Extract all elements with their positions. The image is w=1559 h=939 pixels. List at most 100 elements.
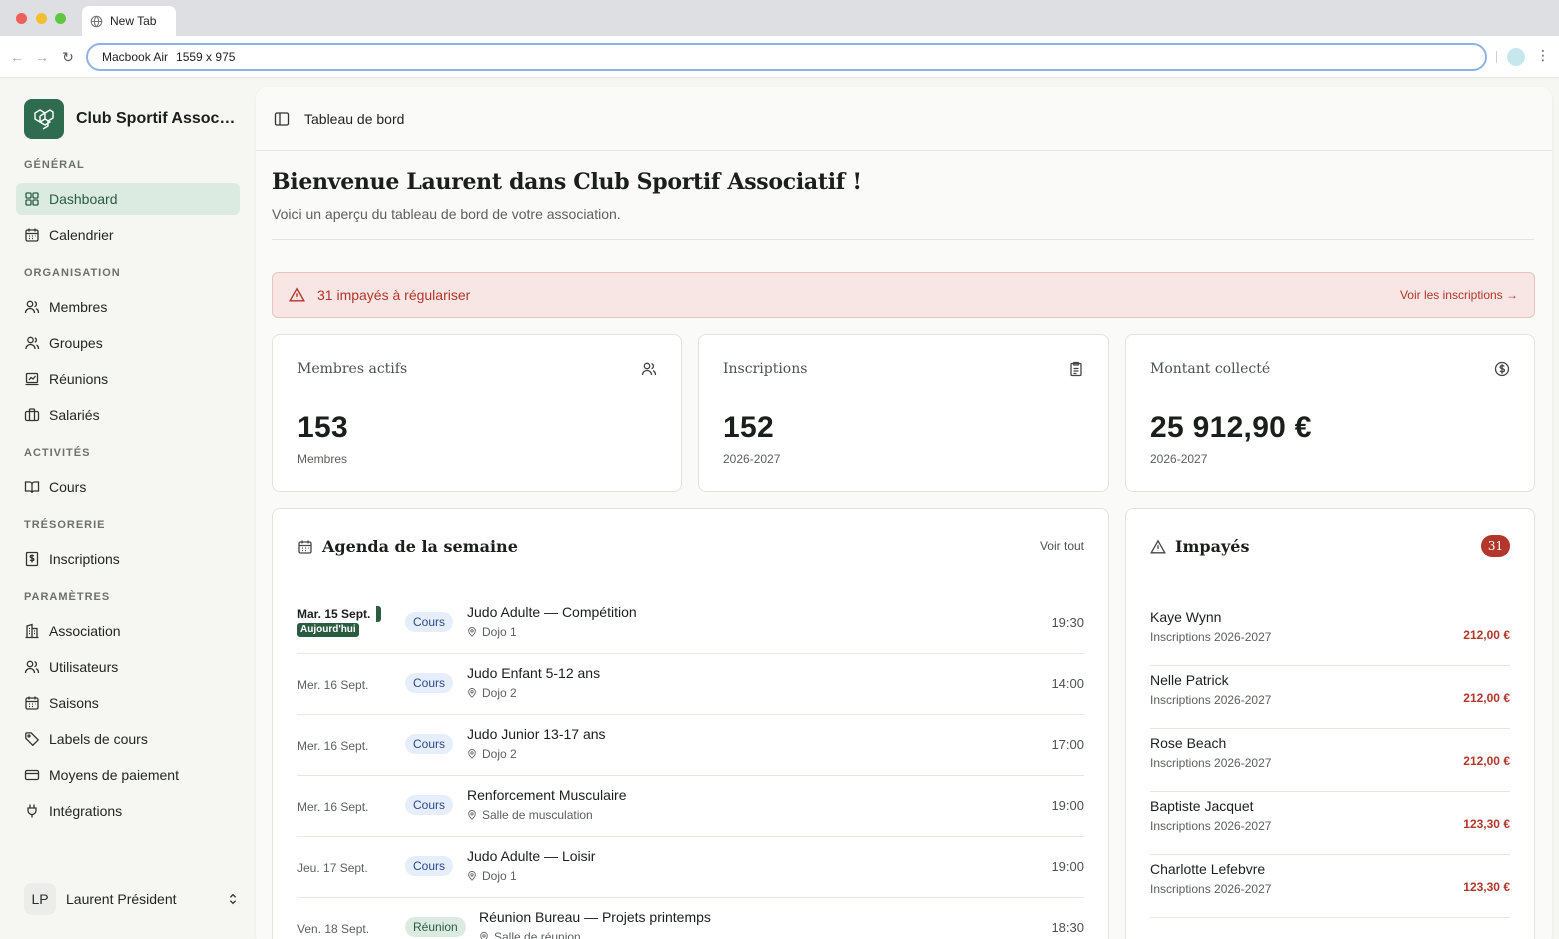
sidebar-item-groupes[interactable]: Groupes [16,327,240,359]
sidebar-item-moyens-paiement[interactable]: Moyens de paiement [16,759,240,791]
event-title: Judo Adulte — Compétition [467,604,637,620]
sidebar-item-cours[interactable]: Cours [16,471,240,503]
sidebar-toggle-icon[interactable] [274,111,290,127]
sidebar-item-saisons[interactable]: Saisons [16,687,240,719]
address-bar[interactable]: Macbook Air 1559 x 975 [86,43,1487,71]
impayes-title-text: Impayés [1175,537,1250,556]
browser-tab[interactable]: New Tab [82,6,176,36]
event-type-badge: Cours [405,795,454,815]
member-name: Baptiste Jacquet [1150,798,1254,814]
brand[interactable]: Club Sportif Associatif [24,99,236,139]
table-row[interactable]: Baptiste Jacquet Inscriptions 2026-2027 … [1150,792,1510,855]
stat-sub: Membres [297,452,348,466]
presentation-icon [25,372,39,386]
toolbar-divider [1496,51,1497,63]
event-time: 19:30 [1051,615,1084,630]
user-menu[interactable]: LP Laurent Président [24,882,240,916]
users-icon [24,300,40,314]
event-type-badge: Réunion [405,917,466,937]
stat-value: 152 [723,411,774,444]
event-location: Dojo 1 [467,869,517,883]
member-sub: Inscriptions 2026-2027 [1150,630,1272,644]
back-arrow-icon[interactable]: ← [9,49,25,65]
sidebar-item-utilisateurs[interactable]: Utilisateurs [16,651,240,683]
event-location: Dojo 2 [467,686,517,700]
sidebar-item-integrations[interactable]: Intégrations [16,795,240,827]
section-parametres: PARAMÈTRES [24,591,111,603]
map-pin-icon [468,871,476,881]
calendar-icon [25,228,39,242]
stat-sub: 2026-2027 [723,452,781,466]
sidebar-item-association[interactable]: Association [16,615,240,647]
stat-value: 25 912,90 € [1150,411,1312,444]
sidebar-item-labels[interactable]: Labels de cours [16,723,240,755]
event-date: Mar. 15 Sept. [297,607,371,621]
divider [272,239,1534,240]
close-window-button[interactable] [16,13,27,24]
agenda-title: Agenda de la semaine [297,537,518,556]
table-row[interactable]: Nelle Patrick Inscriptions 2026-2027 212… [1150,666,1510,729]
member-name: Charlotte Lefebvre [1150,861,1266,877]
more-vert-icon[interactable]: ⋮ [1536,47,1550,64]
map-pin-icon [468,688,476,698]
sidebar-item-dashboard[interactable]: Dashboard [16,183,240,215]
user-name: Laurent Président [66,891,177,907]
alert-text: 31 impayés à régulariser [317,287,471,303]
book-open-icon [24,481,40,494]
sidebar-item-label: Association [49,623,121,639]
profile-avatar[interactable] [1507,48,1525,66]
view-inscriptions-link[interactable]: Voir les inscriptions → [1400,288,1518,302]
warning-triangle-icon [1150,538,1166,553]
sidebar-item-reunions[interactable]: Réunions [16,363,240,395]
building-icon [25,623,39,639]
event-title: Judo Junior 13-17 ans [467,726,606,742]
page-title: Bienvenue Laurent dans Club Sportif Asso… [272,169,862,195]
sidebar-item-label: Groupes [49,335,103,351]
sidebar: Club Sportif Associatif GÉNÉRAL Dashboar… [0,79,256,939]
sidebar-item-inscriptions[interactable]: Inscriptions [16,543,240,575]
count-badge: 31 [1481,535,1510,557]
member-name: Kaye Wynn [1150,609,1222,625]
event-title: Renforcement Musculaire [467,787,627,803]
avatar: LP [24,883,56,915]
sidebar-item-calendrier[interactable]: Calendrier [16,219,240,251]
table-row[interactable]: Rose Beach Inscriptions 2026-2027 212,00… [1150,729,1510,792]
tab-title: New Tab [110,14,157,28]
minimize-window-button[interactable] [36,13,47,24]
receipt-dollar-icon [25,551,39,567]
see-all-link[interactable]: Voir tout [1040,539,1084,553]
event-location: Dojo 2 [467,747,517,761]
browser-toolbar: ← → ↻ Macbook Air 1559 x 975 ⋮ [0,36,1559,78]
list-item[interactable]: Ven. 18 Sept. Réunion Réunion Bureau — P… [297,898,1084,939]
list-item[interactable]: Jeu. 17 Sept. Cours Judo Adulte — Loisir… [297,837,1084,898]
sidebar-item-label: Membres [49,299,108,315]
table-row[interactable]: Kaye Wynn Inscriptions 2026-2027 212,00 … [1150,603,1510,666]
table-row[interactable]: Charlotte Lefebvre Inscriptions 2026-202… [1150,855,1510,918]
event-date: Jeu. 17 Sept. [297,861,368,875]
today-badge: Aujourd'hui [297,623,359,637]
amount-due: 212,00 € [1463,691,1510,705]
list-item[interactable]: Mar. 15 Sept. Aujourd'hui Cours Judo Adu… [297,593,1084,654]
event-time: 17:00 [1051,737,1084,752]
sidebar-item-label: Utilisateurs [49,659,119,675]
event-location-text: Dojo 2 [482,747,517,761]
event-location: Salle de réunion [479,930,581,939]
forward-arrow-icon[interactable]: → [34,49,50,65]
page-header: Tableau de bord [256,87,1552,151]
agenda-title-text: Agenda de la semaine [322,537,518,556]
amount-due: 212,00 € [1463,628,1510,642]
users-icon [641,362,657,376]
list-item[interactable]: Mer. 16 Sept. Cours Judo Junior 13-17 an… [297,715,1084,776]
sidebar-item-label: Réunions [49,371,109,387]
maximize-window-button[interactable] [55,13,66,24]
address-device: Macbook Air [102,50,169,64]
sidebar-item-membres[interactable]: Membres [16,291,240,323]
sidebar-item-salaries[interactable]: Salariés [16,399,240,431]
reload-icon[interactable]: ↻ [60,49,76,65]
event-time: 19:00 [1051,798,1084,813]
list-item[interactable]: Mer. 16 Sept. Cours Judo Enfant 5-12 ans… [297,654,1084,715]
main-panel: Tableau de bord Bienvenue Laurent dans C… [256,87,1552,939]
agenda-card: Agenda de la semaine Voir tout Mar. 15 S… [272,508,1109,939]
event-title: Réunion Bureau — Projets printemps [479,909,711,925]
list-item[interactable]: Mer. 16 Sept. Cours Renforcement Muscula… [297,776,1084,837]
